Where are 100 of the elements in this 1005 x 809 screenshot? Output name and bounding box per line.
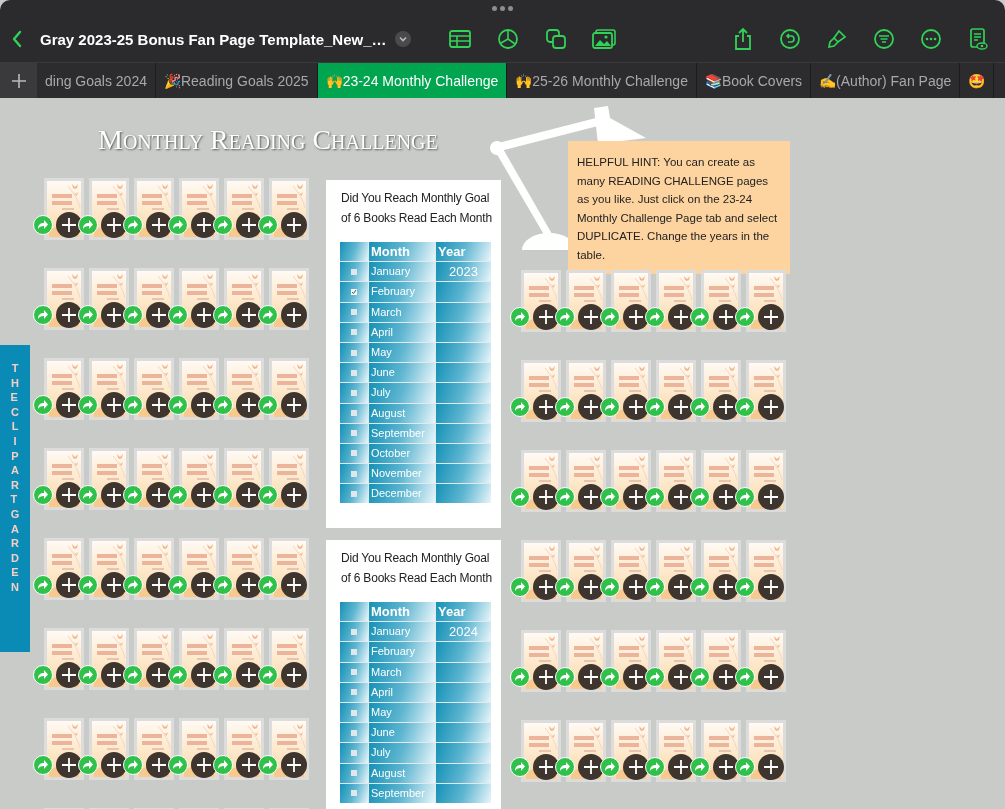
curved-arrow-icon [127, 579, 139, 591]
curved-arrow-icon [262, 759, 274, 771]
plus-icon [62, 758, 76, 772]
checkbox[interactable] [351, 470, 357, 477]
curved-arrow-icon [82, 579, 94, 591]
checkbox[interactable] [351, 329, 357, 336]
checkbox[interactable] [351, 410, 357, 417]
plus-icon [287, 398, 301, 412]
checkbox[interactable] [351, 689, 357, 696]
curved-arrow-icon [559, 671, 571, 683]
checkbox[interactable] [351, 450, 357, 457]
plus-icon [629, 580, 643, 594]
curved-arrow-icon [172, 309, 184, 321]
sheet-tab[interactable]: 🙌23-24 Monthly Challenge [317, 63, 508, 98]
plus-icon [287, 668, 301, 682]
table-cell: July [369, 743, 435, 763]
checkbox[interactable] [351, 349, 357, 356]
plus-icon [539, 310, 553, 324]
plus-icon [152, 758, 166, 772]
checkbox[interactable] [351, 288, 357, 295]
curved-arrow-icon [514, 581, 526, 593]
curved-arrow-icon [694, 491, 706, 503]
curved-arrow-icon [739, 401, 751, 413]
plus-icon [539, 580, 553, 594]
checkbox[interactable] [351, 628, 357, 635]
curved-arrow-icon [739, 311, 751, 323]
curved-arrow-icon [514, 311, 526, 323]
checkbox[interactable] [351, 648, 357, 655]
curved-arrow-icon [694, 581, 706, 593]
curved-arrow-icon [604, 761, 616, 773]
curved-arrow-icon [262, 219, 274, 231]
checkbox[interactable] [351, 770, 357, 777]
plus-icon [287, 758, 301, 772]
checkbox[interactable] [351, 749, 357, 756]
curved-arrow-icon [217, 759, 229, 771]
plus-icon [764, 760, 778, 774]
plus-icon [674, 400, 688, 414]
plus-icon [629, 490, 643, 504]
table-cell [436, 403, 491, 423]
curved-arrow-icon [127, 759, 139, 771]
undo-icon [779, 28, 801, 50]
plus-icon [152, 668, 166, 682]
table-cell: May [369, 702, 435, 723]
table-cell [436, 743, 491, 763]
table-header-cell [340, 602, 368, 622]
curved-arrow-icon [604, 311, 616, 323]
checkbox[interactable] [351, 490, 357, 497]
curved-arrow-icon [604, 491, 616, 503]
checkbox[interactable] [351, 268, 357, 275]
plus-icon [674, 670, 688, 684]
curved-arrow-icon [172, 669, 184, 681]
plus-icon [107, 758, 121, 772]
curved-arrow-icon [217, 399, 229, 411]
checkbox[interactable] [351, 430, 357, 437]
curved-arrow-icon [514, 491, 526, 503]
plus-icon [152, 578, 166, 592]
table-cell: September [369, 423, 435, 443]
paintbrush-icon [826, 28, 848, 50]
curved-arrow-icon [559, 401, 571, 413]
curved-arrow-icon [262, 579, 274, 591]
pie-chart-icon [496, 28, 519, 50]
curved-arrow-icon [604, 401, 616, 413]
goal-question: Did You Reach Monthly Goal of 6 Books Read Each Month [340, 190, 493, 227]
table-cell: February [369, 642, 435, 662]
checkbox[interactable] [351, 309, 357, 316]
plus-icon [62, 578, 76, 592]
plus-icon [584, 310, 598, 324]
curved-arrow-icon [694, 311, 706, 323]
checkbox[interactable] [351, 669, 357, 676]
checkbox[interactable] [351, 729, 357, 736]
checkbox[interactable] [351, 709, 357, 716]
plus-icon [287, 488, 301, 502]
plus-icon [152, 398, 166, 412]
plus-icon [152, 488, 166, 502]
plus-icon [719, 760, 733, 774]
curved-arrow-icon [37, 489, 49, 501]
add-sheet-button[interactable] [0, 63, 37, 98]
curved-arrow-icon [82, 399, 94, 411]
checkmark-icon [351, 288, 357, 295]
plus-icon [719, 490, 733, 504]
plus-icon [197, 758, 211, 772]
table-cell: 2024 [436, 622, 491, 642]
checkbox[interactable] [351, 790, 357, 797]
table-cell: October [369, 443, 435, 464]
shapes-icon [544, 28, 567, 50]
curved-arrow-icon [649, 311, 661, 323]
table-cell [436, 383, 491, 403]
plus-icon [719, 400, 733, 414]
checkbox[interactable] [351, 369, 357, 376]
plus-icon [197, 668, 211, 682]
curved-arrow-icon [739, 761, 751, 773]
curved-arrow-icon [694, 671, 706, 683]
plus-icon [242, 218, 256, 232]
checkbox[interactable] [351, 389, 357, 396]
window-grabber-icon[interactable] [492, 6, 513, 11]
plus-icon [152, 308, 166, 322]
plus-icon [107, 218, 121, 232]
table-cell: December [369, 484, 435, 504]
table-cell: September [369, 783, 435, 803]
plus-icon [584, 670, 598, 684]
